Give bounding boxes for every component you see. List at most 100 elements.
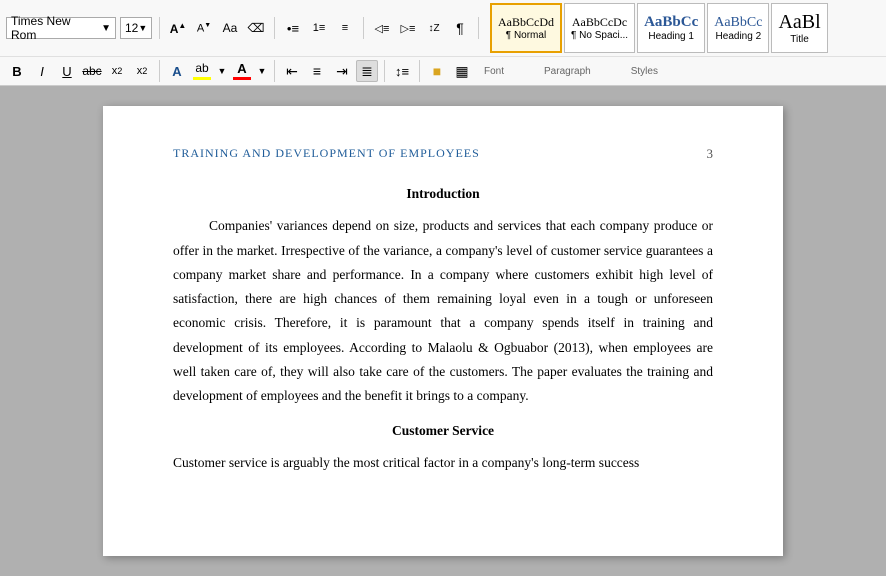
sep5 [159, 60, 160, 82]
borders-button[interactable]: ▦ [451, 60, 473, 82]
align-center-icon: ≡ [313, 63, 321, 79]
style-no-spacing[interactable]: AaBbCcDc ¶ No Spaci... [564, 3, 635, 53]
sort-button[interactable]: ↕Z [423, 17, 445, 39]
sep1 [159, 17, 160, 39]
page-wrapper: TRAINING AND DEVELOPMENT OF EMPLOYEES 3 … [0, 86, 886, 576]
text-effects-icon: A [172, 64, 181, 79]
line-spacing-icon: ↕≡ [395, 64, 409, 79]
shading-button[interactable]: ■ [426, 60, 448, 82]
page-number: 3 [707, 146, 714, 162]
justify-button[interactable]: ≣ [356, 60, 378, 82]
style-title-label: Title [790, 34, 809, 45]
italic-button[interactable]: I [31, 60, 53, 82]
font-color-button[interactable]: A [231, 60, 253, 82]
sep4 [478, 17, 479, 39]
style-no-spacing-label: ¶ No Spaci... [571, 30, 628, 41]
highlight-button[interactable]: ab [191, 60, 213, 82]
font-color-text-icon: A [237, 62, 246, 76]
highlight-dropdown-icon: ▼ [218, 66, 227, 76]
sep6 [274, 60, 275, 82]
change-case-button[interactable]: Aa [219, 17, 241, 39]
font-color-bar [233, 77, 251, 80]
style-normal-label: ¶ Normal [506, 30, 546, 41]
superscript-button[interactable]: x2 [131, 60, 153, 82]
style-no-spacing-preview: AaBbCcDc [572, 15, 627, 30]
page-header: TRAINING AND DEVELOPMENT OF EMPLOYEES 3 [173, 146, 713, 162]
subscript-button[interactable]: x2 [106, 60, 128, 82]
list-bullets-button[interactable]: •≡ [282, 17, 304, 39]
introduction-heading: Introduction [173, 182, 713, 206]
customer-service-heading: Customer Service [173, 419, 713, 443]
highlight-dropdown-button[interactable]: ▼ [216, 60, 228, 82]
style-normal[interactable]: AaBbCcDd ¶ Normal [490, 3, 562, 53]
main-paragraph-text: Companies' variances depend on size, pro… [173, 218, 713, 403]
style-normal-preview: AaBbCcDd [498, 15, 554, 30]
increase-indent-icon: ▷≡ [401, 22, 416, 35]
style-heading1-label: Heading 1 [648, 31, 694, 42]
decrease-indent-icon: ◁≡ [375, 22, 390, 35]
style-title-preview: AaBl [778, 11, 820, 34]
font-size-dropdown-icon[interactable]: ▼ [138, 23, 147, 33]
customer-service-paragraph-text: Customer service is arguably the most cr… [173, 455, 639, 470]
font-size-box[interactable]: 12 ▼ [120, 17, 152, 39]
borders-icon: ▦ [455, 63, 468, 80]
customer-service-paragraph[interactable]: Customer service is arguably the most cr… [173, 451, 713, 475]
align-center-button[interactable]: ≡ [306, 60, 328, 82]
bold-button[interactable]: B [6, 60, 28, 82]
list-numbers-button[interactable]: 1≡ [308, 17, 330, 39]
show-para-button[interactable]: ¶ [449, 17, 471, 39]
styles-group-label: Styles [631, 66, 658, 77]
paragraph-group-label: Paragraph [544, 66, 591, 77]
font-color-dropdown-button[interactable]: ▼ [256, 60, 268, 82]
toolbar: Times New Rom ▼ 12 ▼ A▲ A▼ Aa ⌫ •≡ 1≡ [0, 0, 886, 86]
align-right-button[interactable]: ⇥ [331, 60, 353, 82]
change-case-icon: Aa [223, 21, 238, 35]
font-color-dropdown-icon: ▼ [258, 66, 267, 76]
increase-indent-button[interactable]: ▷≡ [397, 17, 419, 39]
multilevel-list-icon: ≡ [342, 22, 348, 34]
sep3 [363, 17, 364, 39]
style-heading2[interactable]: AaBbCc Heading 2 [707, 3, 769, 53]
show-para-icon: ¶ [456, 20, 464, 36]
line-spacing-button[interactable]: ↕≡ [391, 60, 413, 82]
shrink-font-icon: A▼ [197, 22, 211, 35]
highlight-text-icon: ab [195, 62, 208, 75]
font-name-dropdown-icon[interactable]: ▼ [101, 23, 111, 34]
style-heading2-preview: AaBbCc [714, 15, 762, 31]
strikethrough-button[interactable]: abc [81, 60, 103, 82]
clear-format-button[interactable]: ⌫ [245, 17, 267, 39]
grow-font-button[interactable]: A▲ [167, 17, 189, 39]
styles-panel: AaBbCcDd ¶ Normal AaBbCcDc ¶ No Spaci...… [490, 3, 828, 53]
customer-service-heading-text: Customer Service [392, 423, 494, 438]
document-page: TRAINING AND DEVELOPMENT OF EMPLOYEES 3 … [103, 106, 783, 556]
style-heading1[interactable]: AaBbCc Heading 1 [637, 3, 705, 53]
align-right-icon: ⇥ [336, 63, 348, 80]
align-left-icon: ⇤ [286, 63, 298, 80]
text-effects-button[interactable]: A [166, 60, 188, 82]
document-body[interactable]: Introduction Companies' variances depend… [173, 182, 713, 475]
underline-button[interactable]: U [56, 60, 78, 82]
sort-icon: ↕Z [428, 23, 439, 34]
highlight-color-bar [193, 77, 211, 80]
sep8 [419, 60, 420, 82]
font-size-value: 12 [125, 21, 138, 35]
font-name-box[interactable]: Times New Rom ▼ [6, 17, 116, 39]
shading-icon: ■ [433, 63, 441, 79]
style-heading1-preview: AaBbCc [644, 14, 698, 31]
decrease-indent-button[interactable]: ◁≡ [371, 17, 393, 39]
sep2 [274, 17, 275, 39]
font-group-label: Font [484, 66, 504, 77]
style-title[interactable]: AaBl Title [771, 3, 827, 53]
list-bullets-icon: •≡ [287, 21, 299, 36]
align-left-button[interactable]: ⇤ [281, 60, 303, 82]
main-paragraph[interactable]: Companies' variances depend on size, pro… [173, 214, 713, 408]
group-labels: Font Paragraph Styles [484, 66, 658, 77]
shrink-font-button[interactable]: A▼ [193, 17, 215, 39]
justify-icon: ≣ [361, 63, 373, 80]
list-numbers-icon: 1≡ [313, 22, 326, 34]
toolbar-row2: B I U abc x2 x2 A ab ▼ A ▼ ⇤ [0, 57, 886, 85]
multilevel-list-button[interactable]: ≡ [334, 17, 356, 39]
font-name-value: Times New Rom [11, 14, 99, 42]
style-heading2-label: Heading 2 [716, 31, 762, 42]
introduction-heading-text: Introduction [406, 186, 479, 201]
